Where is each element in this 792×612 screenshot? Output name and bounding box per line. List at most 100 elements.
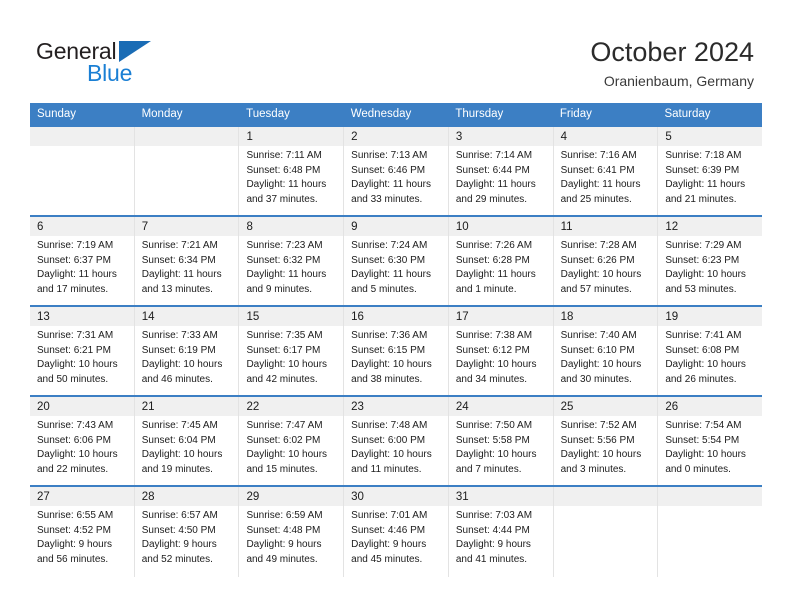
day-number: 18 <box>560 311 574 323</box>
day-cell-21[interactable]: 21 Sunrise: 7:45 AM Sunset: 6:04 PM Dayligh… <box>134 397 240 485</box>
daylight-duration-line2: and 37 minutes. <box>246 193 318 205</box>
daylight-duration-line2: and 13 minutes. <box>141 283 213 295</box>
day-number: 16 <box>351 311 364 323</box>
day-detail: Sunrise: 7:48 AM Sunset: 6:00 PM Daylight:… <box>344 416 448 477</box>
daylight-duration-line1: Daylight: 11 hours <box>560 179 641 190</box>
day-detail: Sunrise: 6:57 AM Sunset: 4:50 PM Daylight:… <box>135 506 239 567</box>
sunrise-time: Sunrise: 7:36 AM <box>351 330 428 341</box>
day-cell-30[interactable]: 30 Sunrise: 7:01 AM Sunset: 4:46 PM Dayligh… <box>344 487 449 577</box>
daylight-duration-line2: and 29 minutes. <box>455 193 528 205</box>
logo-text-blue: Blue <box>87 60 133 86</box>
day-cell-23[interactable]: 23 Sunrise: 7:48 AM Sunset: 6:00 PM Dayligh… <box>344 397 449 485</box>
day-detail: Sunrise: 7:41 AM Sunset: 6:08 PM Daylight:… <box>658 326 762 387</box>
day-detail: Sunrise: 7:35 AM Sunset: 6:17 PM Daylight:… <box>239 326 343 387</box>
day-number: 27 <box>37 491 50 503</box>
day-detail: Sunrise: 7:19 AM Sunset: 6:37 PM Daylight:… <box>30 236 134 297</box>
sunset-time: Sunset: 6:17 PM <box>246 344 321 356</box>
day-number: 31 <box>455 491 469 503</box>
weekday-header-monday: Monday <box>141 108 183 120</box>
day-cell-9[interactable]: 9 Sunrise: 7:24 AM Sunset: 6:30 PM Daylight… <box>344 217 449 305</box>
day-cell-empty <box>30 127 135 215</box>
sunset-time: Sunset: 6:19 PM <box>141 344 216 356</box>
sunset-time: Sunset: 6:48 PM <box>246 164 321 176</box>
daylight-duration-line1: Daylight: 10 hours <box>665 359 746 370</box>
day-cell-29[interactable]: 29 Sunrise: 6:59 AM Sunset: 4:48 PM Dayligh… <box>239 487 345 577</box>
day-number-band: 27 <box>30 487 134 506</box>
sunset-time: Sunset: 4:44 PM <box>455 524 530 536</box>
day-cell-10[interactable]: 10 Sunrise: 7:26 AM Sunset: 6:28 PM Dayligh… <box>448 217 554 305</box>
day-cell-4[interactable]: 4 Sunrise: 7:16 AM Sunset: 6:41 PM Daylight… <box>553 127 659 215</box>
day-cell-17[interactable]: 17 Sunrise: 7:38 AM Sunset: 6:12 PM Dayligh… <box>448 307 554 395</box>
day-cell-7[interactable]: 7 Sunrise: 7:21 AM Sunset: 6:34 PM Daylight… <box>134 217 240 305</box>
sunset-time: Sunset: 4:46 PM <box>351 524 426 536</box>
day-number: 11 <box>560 221 573 233</box>
day-cell-14[interactable]: 14 Sunrise: 7:33 AM Sunset: 6:19 PM Dayligh… <box>134 307 240 395</box>
day-detail: Sunrise: 6:55 AM Sunset: 4:52 PM Daylight:… <box>30 506 134 567</box>
day-cell-2[interactable]: 2 Sunrise: 7:13 AM Sunset: 6:46 PM Daylight… <box>344 127 449 215</box>
daylight-duration-line2: and 22 minutes. <box>37 463 109 475</box>
day-cell-6[interactable]: 6 Sunrise: 7:19 AM Sunset: 6:37 PM Daylight… <box>30 217 135 305</box>
sunset-time: Sunset: 4:52 PM <box>37 524 111 536</box>
day-cell-3[interactable]: 3 Sunrise: 7:14 AM Sunset: 6:44 PM Daylight… <box>448 127 554 215</box>
day-number-band: 23 <box>344 397 448 416</box>
day-cell-22[interactable]: 22 Sunrise: 7:47 AM Sunset: 6:02 PM Dayligh… <box>239 397 345 485</box>
day-cell-empty <box>134 127 240 215</box>
daylight-duration-line2: and 17 minutes. <box>37 283 109 295</box>
day-cell-31[interactable]: 31 Sunrise: 7:03 AM Sunset: 4:44 PM Dayligh… <box>448 487 554 577</box>
sunrise-time: Sunrise: 7:54 AM <box>665 420 742 431</box>
daylight-duration-line1: Daylight: 10 hours <box>560 449 642 460</box>
daylight-duration-line2: and 3 minutes. <box>560 463 627 475</box>
day-number: 26 <box>665 401 679 413</box>
daylight-duration-line2: and 56 minutes. <box>37 553 109 565</box>
day-cell-1[interactable]: 1 Sunrise: 7:11 AM Sunset: 6:48 PM Daylight… <box>239 127 345 215</box>
day-number-band: 30 <box>344 487 448 506</box>
weekday-header-saturday: Saturday <box>664 108 711 120</box>
day-cell-12[interactable]: 12 Sunrise: 7:29 AM Sunset: 6:23 PM Dayligh… <box>658 217 763 305</box>
day-cell-13[interactable]: 13 Sunrise: 7:31 AM Sunset: 6:21 PM Dayligh… <box>30 307 135 395</box>
page-header: General Blue October 2024 Oranienbaum, G… <box>0 0 792 103</box>
day-number: 3 <box>455 131 463 143</box>
day-detail: Sunrise: 7:21 AM Sunset: 6:34 PM Daylight:… <box>135 236 239 297</box>
day-detail: Sunrise: 7:29 AM Sunset: 6:23 PM Daylight:… <box>658 236 762 297</box>
day-number-band: 31 <box>448 487 553 506</box>
daylight-duration-line1: Daylight: 11 hours <box>141 269 222 280</box>
day-cell-15[interactable]: 15 Sunrise: 7:35 AM Sunset: 6:17 PM Dayligh… <box>239 307 345 395</box>
day-cell-20[interactable]: 20 Sunrise: 7:43 AM Sunset: 6:06 PM Dayligh… <box>30 397 135 485</box>
weekday-header-row: Sunday Monday Tuesday Wednesday Thursday Frid… <box>30 103 762 125</box>
sunrise-time: Sunrise: 7:40 AM <box>560 330 637 341</box>
daylight-duration-line1: Daylight: 10 hours <box>560 359 642 370</box>
calendar-grid: Sunday Monday Tuesday Wednesday Thursday Frid… <box>30 103 763 577</box>
day-number: 23 <box>351 401 364 413</box>
calendar-page: General Blue October 2024 Oranienbaum, G… <box>0 0 792 612</box>
daylight-duration-line2: and 34 minutes. <box>455 373 528 385</box>
weekday-header-friday: Friday <box>559 108 592 120</box>
day-cell-18[interactable]: 18 Sunrise: 7:40 AM Sunset: 6:10 PM Dayligh… <box>553 307 659 395</box>
daylight-duration-line1: Daylight: 10 hours <box>560 269 642 280</box>
day-number: 24 <box>455 401 469 413</box>
day-cell-16[interactable]: 16 Sunrise: 7:36 AM Sunset: 6:15 PM Dayligh… <box>344 307 449 395</box>
day-detail: Sunrise: 7:52 AM Sunset: 5:56 PM Daylight:… <box>554 416 658 477</box>
sunrise-time: Sunrise: 7:38 AM <box>455 330 533 341</box>
day-cell-19[interactable]: 19 Sunrise: 7:41 AM Sunset: 6:08 PM Dayligh… <box>658 307 763 395</box>
day-number: 29 <box>246 491 260 503</box>
day-cell-27[interactable]: 27 Sunrise: 6:55 AM Sunset: 4:52 PM Dayligh… <box>30 487 135 577</box>
day-cell-25[interactable]: 25 Sunrise: 7:52 AM Sunset: 5:56 PM Dayligh… <box>553 397 659 485</box>
sunset-time: Sunset: 6:02 PM <box>246 434 321 446</box>
day-number-band: 28 <box>134 487 239 506</box>
day-number: 4 <box>560 131 567 143</box>
daylight-duration-line2: and 38 minutes. <box>351 373 423 385</box>
day-number-band: 2 <box>344 127 448 146</box>
calendar-weeks: 1 Sunrise: 7:11 AM Sunset: 6:48 PM Daylight… <box>30 125 763 577</box>
day-cell-11[interactable]: 11 Sunrise: 7:28 AM Sunset: 6:26 PM Dayligh… <box>553 217 659 305</box>
day-cell-26[interactable]: 26 Sunrise: 7:54 AM Sunset: 5:54 PM Dayligh… <box>658 397 763 485</box>
sunset-time: Sunset: 5:56 PM <box>560 434 635 446</box>
day-cell-24[interactable]: 24 Sunrise: 7:50 AM Sunset: 5:58 PM Dayligh… <box>448 397 554 485</box>
day-number: 10 <box>455 221 469 233</box>
day-cell-28[interactable]: 28 Sunrise: 6:57 AM Sunset: 4:50 PM Dayligh… <box>134 487 240 577</box>
day-cell-5[interactable]: 5 Sunrise: 7:18 AM Sunset: 6:39 PM Daylight… <box>658 127 763 215</box>
general-blue-logo[interactable]: General Blue <box>36 38 236 90</box>
day-cell-8[interactable]: 8 Sunrise: 7:23 AM Sunset: 6:32 PM Daylight… <box>239 217 345 305</box>
day-number-band: 9 <box>344 217 448 236</box>
day-number-band: 26 <box>658 397 763 416</box>
day-number: 2 <box>351 131 358 143</box>
